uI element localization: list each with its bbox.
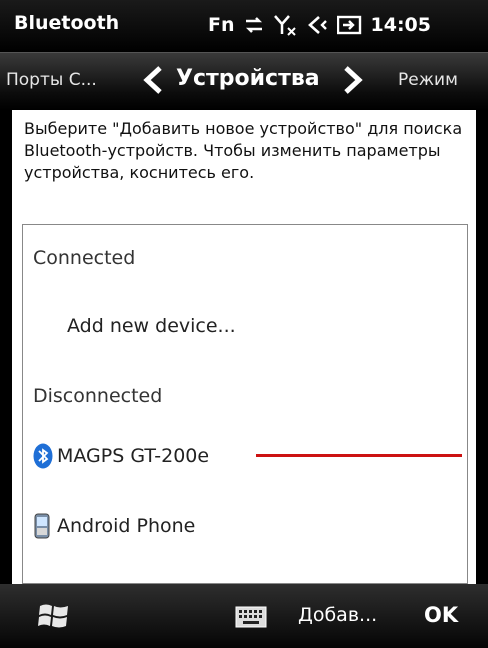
device-name: Android Phone bbox=[57, 515, 196, 537]
fn-indicator: Fn bbox=[208, 14, 235, 36]
disconnected-header: Disconnected bbox=[33, 385, 163, 407]
softkey-bar: Добав... OK bbox=[0, 584, 488, 648]
app-title: Bluetooth bbox=[14, 12, 120, 34]
volume-icon[interactable] bbox=[305, 13, 329, 37]
add-softkey[interactable]: Добав... bbox=[298, 604, 377, 626]
chevron-right-icon[interactable] bbox=[340, 65, 366, 95]
ok-softkey[interactable]: OK bbox=[424, 603, 458, 627]
annotation-line bbox=[256, 454, 462, 457]
bluetooth-icon bbox=[33, 443, 53, 469]
device-list[interactable]: Connected Add new device... Disconnected… bbox=[22, 224, 468, 584]
tab-next[interactable]: Режим bbox=[398, 70, 458, 90]
main-content: Выберите "Добавить новое устройство" для… bbox=[0, 110, 488, 584]
tab-bar: Порты С... Устройства Режим bbox=[0, 52, 488, 110]
keyboard-icon[interactable] bbox=[235, 606, 267, 628]
sync-icon[interactable] bbox=[243, 14, 265, 36]
battery-charging-icon[interactable] bbox=[336, 14, 363, 36]
tab-previous[interactable]: Порты С... bbox=[6, 70, 97, 90]
windows-start-icon[interactable] bbox=[36, 598, 72, 634]
chevron-left-icon[interactable] bbox=[140, 65, 166, 95]
phone-icon bbox=[34, 513, 50, 539]
device-item[interactable]: Android Phone bbox=[33, 513, 467, 539]
add-new-device-item[interactable]: Add new device... bbox=[67, 315, 467, 337]
instructions-text: Выберите "Добавить новое устройство" для… bbox=[24, 119, 463, 182]
device-name: MAGPS GT-200e bbox=[57, 445, 210, 467]
connected-header: Connected bbox=[33, 247, 136, 269]
tab-current[interactable]: Устройства bbox=[176, 66, 320, 91]
signal-off-icon[interactable] bbox=[273, 13, 297, 37]
status-bar: Bluetooth Fn 14:05 bbox=[0, 0, 488, 52]
status-icons: Fn 14:05 bbox=[208, 10, 431, 40]
clock: 14:05 bbox=[370, 14, 431, 36]
